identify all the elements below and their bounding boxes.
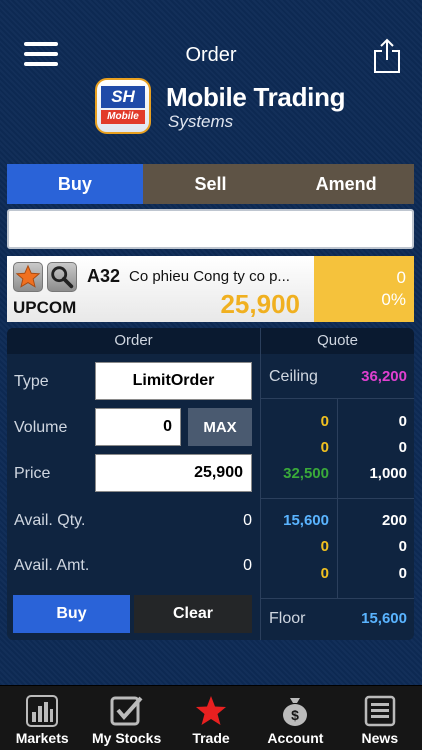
tab-label: My Stocks — [91, 730, 162, 746]
ask-volume-1: 200 — [381, 512, 407, 529]
logo-sub: Mobile — [101, 110, 145, 124]
ceiling-label: Ceiling — [269, 368, 318, 385]
tab-markets[interactable]: Markets — [0, 686, 84, 750]
exchange-label: UPCOM — [13, 298, 77, 317]
avail-qty-label: Avail. Qty. — [14, 512, 86, 529]
checkbox-icon — [110, 696, 143, 726]
bid-price-1: 0 — [320, 413, 329, 430]
price-label: Price — [14, 465, 51, 482]
brand-logo: SH Mobile — [95, 78, 151, 134]
volume-input[interactable]: 0 — [95, 408, 181, 446]
tab-label: News — [361, 730, 399, 746]
avail-qty-value: 0 — [243, 512, 252, 529]
order-tabs: Buy Sell Amend — [7, 164, 415, 204]
stock-code: A32 — [87, 266, 121, 286]
stock-info: UPCOM A32 Co phieu Cong ty co p... 25,90… — [7, 256, 314, 322]
max-button[interactable]: MAX — [188, 408, 252, 446]
lookup-button[interactable] — [47, 262, 77, 292]
bid-volume-2: 0 — [398, 439, 407, 456]
page-title: Order — [185, 44, 237, 66]
floor-value: 15,600 — [361, 610, 407, 627]
ask-price-3: 0 — [320, 565, 329, 582]
money-bag-icon: $ — [283, 698, 308, 726]
tab-label: Trade — [192, 730, 230, 746]
volume-label: Volume — [14, 419, 68, 436]
tab-account[interactable]: $ Account — [253, 686, 337, 750]
brand-subtitle: Systems — [168, 112, 234, 131]
ceiling-value: 36,200 — [361, 368, 407, 385]
bid-volume-3: 1,000 — [369, 465, 407, 482]
order-header: Order — [7, 328, 260, 354]
quote-divider — [261, 598, 414, 599]
current-price: 25,900 — [220, 289, 300, 319]
newspaper-icon — [364, 695, 396, 727]
bar-chart-icon — [26, 695, 59, 727]
tab-label: Markets — [15, 730, 69, 746]
price-change: 0 — [396, 268, 406, 287]
order-type-select[interactable]: LimitOrder — [95, 362, 252, 400]
logo-mark: SH — [101, 86, 145, 108]
favorite-button[interactable] — [13, 262, 43, 292]
type-label: Type — [14, 373, 49, 390]
buy-button[interactable]: Buy — [13, 595, 130, 633]
price-change-pct: 0% — [381, 290, 406, 309]
ask-volume-3: 0 — [398, 565, 407, 582]
tab-sell[interactable]: Sell — [142, 164, 279, 204]
header: Order SH Mobile Mobile Trading Systems — [0, 0, 422, 160]
company-name: Co phieu Cong ty co p... — [129, 268, 290, 285]
avail-amt-value: 0 — [243, 557, 252, 574]
tab-buy[interactable]: Buy — [7, 164, 143, 204]
bid-price-2: 0 — [320, 439, 329, 456]
bid-price-3: 32,500 — [283, 465, 329, 482]
bottom-tab-bar: Markets My Stocks Trade $ Account News — [0, 685, 422, 750]
floor-label: Floor — [269, 610, 306, 627]
clear-button[interactable]: Clear — [134, 595, 252, 633]
ask-volume-2: 0 — [398, 538, 407, 555]
price-input[interactable]: 25,900 — [95, 454, 252, 492]
tab-news[interactable]: News — [338, 686, 422, 750]
tab-label: Account — [267, 730, 324, 746]
bid-volume-1: 0 — [398, 413, 407, 430]
ask-price-1: 15,600 — [283, 512, 329, 529]
brand-title: Mobile Trading — [166, 82, 346, 112]
tab-trade[interactable]: Trade — [169, 686, 253, 750]
share-icon[interactable] — [372, 38, 402, 74]
quote-divider — [261, 498, 414, 499]
price-change-box: 0 0% — [314, 256, 414, 322]
column-divider — [260, 328, 261, 640]
star-icon — [196, 696, 227, 725]
stock-summary: UPCOM A32 Co phieu Cong ty co p... 25,90… — [7, 256, 414, 322]
order-quote-panel: Order Quote Type LimitOrder Volume 0 MAX… — [7, 328, 414, 640]
tab-amend[interactable]: Amend — [278, 164, 415, 204]
ask-price-2: 0 — [320, 538, 329, 555]
avail-amt-label: Avail. Amt. — [14, 557, 90, 574]
magnifier-icon — [51, 266, 74, 289]
tab-my-stocks[interactable]: My Stocks — [84, 686, 168, 750]
svg-text:$: $ — [292, 707, 300, 723]
quote-header: Quote — [261, 328, 414, 354]
symbol-search-input[interactable] — [7, 209, 414, 249]
star-icon — [15, 264, 41, 288]
